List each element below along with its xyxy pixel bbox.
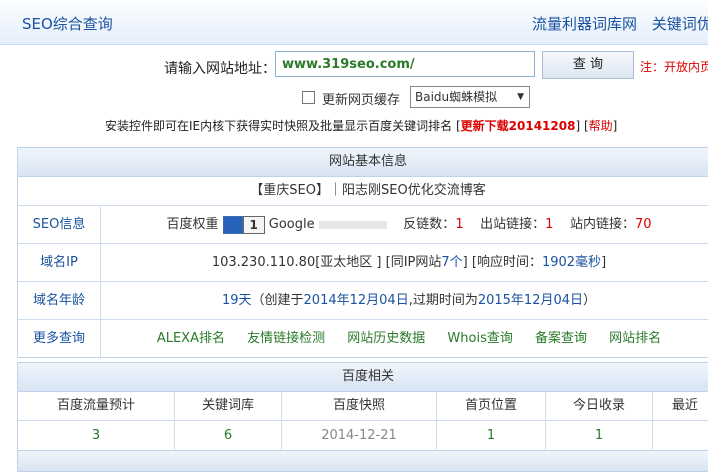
- col-home-position: 首页位置: [437, 392, 546, 420]
- same-ip-count[interactable]: 7个: [441, 255, 462, 270]
- keywords-value[interactable]: 6: [175, 421, 282, 451]
- query-button[interactable]: 查 询: [542, 51, 634, 79]
- basic-info-heading: 网站基本信息: [18, 148, 708, 177]
- top-link-keyword[interactable]: 关键词优化: [652, 15, 708, 33]
- domain-age-row: 域名年龄 19天（创建于2014年12月04日,过期时间为2015年12月04日…: [18, 282, 708, 320]
- snapshot-value[interactable]: 2014-12-21: [282, 421, 437, 451]
- response-suffix: ]: [601, 255, 607, 270]
- home-position-value[interactable]: 1: [437, 421, 546, 451]
- baidu-weight-badge[interactable]: 1: [242, 215, 265, 234]
- col-traffic: 百度流量预计: [18, 392, 175, 420]
- traffic-value[interactable]: 3: [18, 421, 175, 451]
- domain-age: 19天: [221, 293, 252, 308]
- baidu-value-row: 3 6 2014-12-21 1 1: [18, 421, 708, 452]
- col-snapshot: 百度快照: [282, 392, 437, 420]
- response-time: 1902毫秒: [541, 255, 602, 270]
- friend-link-check-link[interactable]: 友情链接检测: [247, 331, 325, 346]
- help-link[interactable]: 帮助: [589, 119, 613, 133]
- more-query-row: 更多查询 ALEXA排名 友情链接检测 网站历史数据 Whois查询 备案查询 …: [18, 320, 708, 357]
- col-recent: 最近: [653, 392, 708, 420]
- more-query-label[interactable]: 更多查询: [18, 320, 101, 357]
- google-label: Google: [268, 217, 315, 232]
- icp-record-link[interactable]: 备案查询: [535, 331, 587, 346]
- domain-ip-row: 域名IP 103.230.110.80[亚太地区 ] [同IP网站7个] [响应…: [18, 244, 708, 282]
- baidu-weight-label: 百度权重: [166, 217, 219, 232]
- expire-date: 2015年12月04日: [477, 293, 584, 308]
- baidu-paw-icon: 🐾: [222, 215, 243, 234]
- backlinks-value[interactable]: 1: [455, 217, 463, 232]
- seo-info-value: 百度权重 🐾 1 Google 反链数：1 出站链接：1 站内链接：70: [100, 206, 708, 243]
- google-pr-bar: [318, 220, 387, 229]
- same-ip-suffix: ]: [462, 255, 468, 270]
- more-query-links: ALEXA排名 友情链接检测 网站历史数据 Whois查询 备案查询 网站排名: [100, 320, 708, 357]
- same-ip-prefix: [同IP网站: [385, 255, 442, 270]
- domain-ip-value: 103.230.110.80[亚太地区 ] [同IP网站7个] [响应时间：19…: [100, 244, 708, 281]
- install-notice: 安装控件即可在IE内核下获得实时快照及批量显示百度关键词排名 [更新下载2014…: [105, 119, 618, 133]
- spider-select[interactable]: Baidu蜘蛛模拟 ▼: [410, 86, 530, 108]
- history-data-link[interactable]: 网站历史数据: [347, 331, 425, 346]
- url-row: 请输入网站地址： www.319seo.com/ 查 询 注：开放内页: [0, 51, 708, 81]
- ip-address: 103.230.110.80[亚太地区 ]: [211, 255, 382, 270]
- internal-value[interactable]: 70: [635, 217, 652, 232]
- basic-info-panel: 网站基本信息 【重庆SEO】｜阳志刚SEO优化交流博客 SEO信息 百度权重 🐾…: [17, 147, 708, 358]
- spider-select-value: Baidu蜘蛛模拟: [415, 90, 498, 104]
- top-links: 流量利器词库网 关键词优化: [532, 13, 708, 34]
- seo-info-row: SEO信息 百度权重 🐾 1 Google 反链数：1 出站链接：1 站内链接：7…: [18, 206, 708, 244]
- seo-info-label[interactable]: SEO信息: [18, 206, 101, 243]
- next-panel-header: [17, 450, 708, 472]
- today-index-value[interactable]: 1: [546, 421, 653, 451]
- options-row: 更新网页缓存 Baidu蜘蛛模拟 ▼: [0, 86, 708, 110]
- whois-link[interactable]: Whois查询: [447, 331, 512, 346]
- backlinks-label: 反链数：: [403, 217, 456, 232]
- alexa-link[interactable]: ALEXA排名: [157, 331, 225, 346]
- site-rank-link[interactable]: 网站排名: [609, 331, 661, 346]
- page-title[interactable]: SEO综合查询: [22, 13, 113, 34]
- url-input[interactable]: www.319seo.com/: [275, 51, 535, 77]
- update-download-link[interactable]: 更新下载20141208: [461, 119, 576, 133]
- expire-prefix: ,过期时间为: [408, 293, 478, 308]
- top-link-ciku[interactable]: 流量利器词库网: [532, 15, 637, 33]
- domain-ip-label[interactable]: 域名IP: [18, 244, 101, 281]
- site-name: 【重庆SEO】｜阳志刚SEO优化交流博客: [18, 177, 708, 206]
- created-date: 2014年12月04日: [303, 293, 409, 308]
- age-suffix: ）: [583, 293, 597, 308]
- domain-age-value: 19天（创建于2014年12月04日,过期时间为2015年12月04日）: [100, 282, 708, 319]
- outbound-value[interactable]: 1: [545, 217, 553, 232]
- recent-value: [653, 421, 708, 451]
- outbound-label: 出站链接：: [480, 217, 546, 232]
- domain-age-label[interactable]: 域名年龄: [18, 282, 101, 319]
- col-keywords: 关键词库: [175, 392, 282, 420]
- install-text: 安装控件即可在IE内核下获得实时快照及批量显示百度关键词排名: [105, 119, 453, 133]
- baidu-header-row: 百度流量预计 关键词库 百度快照 首页位置 今日收录 最近: [18, 392, 708, 421]
- baidu-heading: 百度相关: [18, 363, 708, 392]
- baidu-panel: 百度相关 百度流量预计 关键词库 百度快照 首页位置 今日收录 最近 3 6 2…: [17, 362, 708, 453]
- col-today-index: 今日收录: [546, 392, 653, 420]
- chevron-down-icon: ▼: [517, 92, 524, 102]
- refresh-cache-checkbox[interactable]: [302, 91, 315, 104]
- created-prefix: （创建于: [251, 293, 304, 308]
- url-label: 请输入网站地址：: [164, 61, 276, 77]
- internal-label: 站内链接：: [569, 217, 635, 232]
- top-bar: SEO综合查询 流量利器词库网 关键词优化: [0, 0, 708, 45]
- refresh-cache-label[interactable]: 更新网页缓存: [322, 89, 400, 108]
- response-prefix: [响应时间：: [471, 255, 542, 270]
- inner-page-note: 注：开放内页: [640, 60, 708, 74]
